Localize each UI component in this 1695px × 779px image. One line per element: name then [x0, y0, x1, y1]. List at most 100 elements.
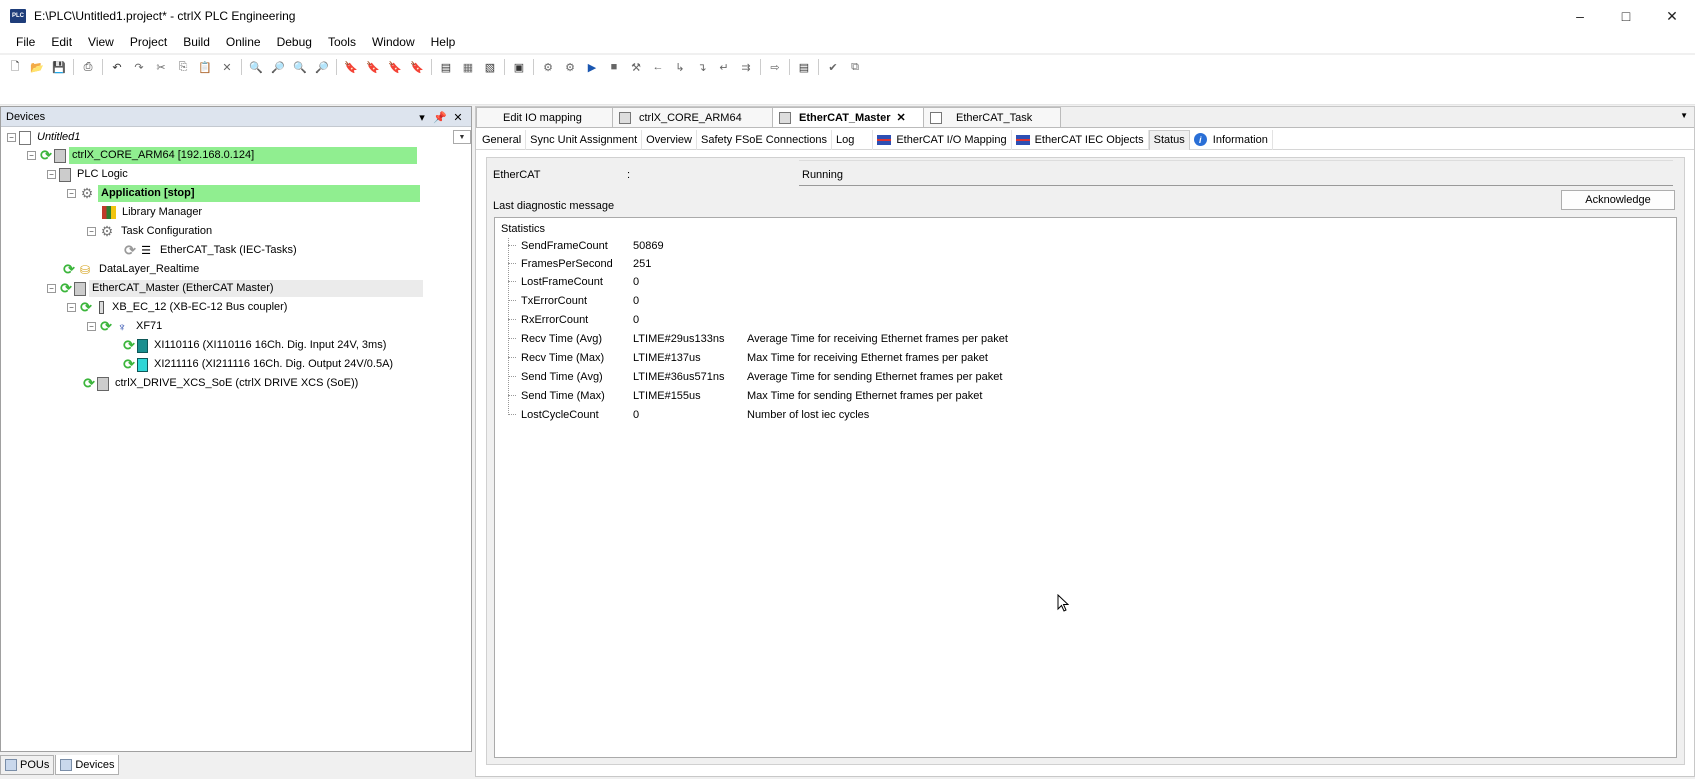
tab-devices[interactable]: Devices: [55, 755, 120, 775]
panel-menu-icon[interactable]: ▾: [413, 111, 431, 124]
subtab-status[interactable]: Status: [1148, 129, 1190, 150]
clean-icon[interactable]: ▧: [480, 57, 500, 77]
next-bookmark-icon[interactable]: 🔖: [363, 57, 383, 77]
tree-item-plc-logic[interactable]: − PLC Logic: [47, 165, 131, 184]
cut-icon[interactable]: ✂: [151, 57, 171, 77]
collapse-icon[interactable]: −: [7, 133, 16, 142]
menu-help[interactable]: Help: [423, 32, 464, 53]
show-next-statement-icon[interactable]: ⇨: [765, 57, 785, 77]
tree-item-library-manager[interactable]: Library Manager: [102, 203, 205, 222]
tabs-dropdown-icon[interactable]: ▼: [1680, 111, 1688, 120]
tree-item-xi110116[interactable]: ⟳ XI110116 (XI110116 16Ch. Dig. Input 24…: [122, 336, 389, 355]
tree-item-ctrlx-core[interactable]: − ⟳ ctrlX_CORE_ARM64 [192.168.0.124]: [27, 146, 417, 165]
tab-pous[interactable]: POUs: [0, 755, 55, 775]
menu-project[interactable]: Project: [122, 32, 175, 53]
menu-view[interactable]: View: [80, 32, 122, 53]
doc-tab-edit-io-mapping[interactable]: Edit IO mapping: [476, 107, 613, 127]
tree-item-xf71[interactable]: − ⟳ ♆ XF71: [87, 317, 165, 336]
logout-icon[interactable]: ⚙: [560, 57, 580, 77]
close-tab-icon[interactable]: ✕: [897, 111, 906, 124]
menu-tools[interactable]: Tools: [320, 32, 364, 53]
subtab-ethercat-iec-objects[interactable]: EtherCAT IEC Objects: [1012, 129, 1149, 150]
menu-debug[interactable]: Debug: [269, 32, 320, 53]
start-icon[interactable]: ▶: [582, 57, 602, 77]
force-values-icon[interactable]: ✔: [823, 57, 843, 77]
tree-dropdown-button[interactable]: ▼: [453, 130, 471, 144]
run-to-cursor-icon[interactable]: ⇉: [736, 57, 756, 77]
collapse-icon[interactable]: −: [67, 189, 76, 198]
tree-item-project[interactable]: − Untitled1: [7, 128, 83, 147]
paste-icon[interactable]: 📋: [195, 57, 215, 77]
subtab-safety-fsoe[interactable]: Safety FSoE Connections: [697, 129, 832, 150]
panel-close-icon[interactable]: ✕: [449, 111, 467, 124]
clear-bookmarks-icon[interactable]: 🔖: [407, 57, 427, 77]
collapse-icon[interactable]: −: [47, 170, 56, 179]
subtab-sync-unit-assignment[interactable]: Sync Unit Assignment: [526, 129, 643, 150]
menu-window[interactable]: Window: [364, 32, 423, 53]
doc-tab-ctrlx-core[interactable]: ctrlX_CORE_ARM64: [612, 107, 773, 127]
unforce-values-icon[interactable]: ⧉: [845, 57, 865, 77]
step-out-icon[interactable]: ↵: [714, 57, 734, 77]
subtab-ethercat-io-mapping[interactable]: EtherCAT I/O Mapping: [873, 129, 1012, 150]
bookmark-icon[interactable]: 🔖: [341, 57, 361, 77]
subtab-overview[interactable]: Overview: [642, 129, 697, 150]
open-folder-icon[interactable]: 📂: [27, 57, 47, 77]
collapse-icon[interactable]: −: [27, 151, 36, 160]
maximize-button[interactable]: □: [1603, 0, 1649, 32]
refresh-icon: ⟳: [80, 299, 92, 315]
tree-item-xi211116[interactable]: ⟳ XI211116 (XI211116 16Ch. Dig. Output 2…: [122, 355, 396, 374]
tree-item-xb-ec-12[interactable]: − ⟳ XB_EC_12 (XB-EC-12 Bus coupler): [67, 298, 290, 317]
doc-tab-ethercat-master[interactable]: EtherCAT_Master ✕: [772, 107, 924, 127]
write-values-icon[interactable]: ▤: [794, 57, 814, 77]
menu-build[interactable]: Build: [175, 32, 218, 53]
build-icon[interactable]: ▤: [436, 57, 456, 77]
stat-row: Recv Time (Max) LTIME#137us Max Time for…: [508, 348, 988, 367]
pin-icon[interactable]: 📌: [431, 111, 449, 124]
find-replace-icon[interactable]: 🔎: [268, 57, 288, 77]
stat-row: Send Time (Max) LTIME#155us Max Time for…: [508, 386, 982, 405]
tree-item-application[interactable]: − ⚙ Application [stop]: [67, 184, 420, 203]
acknowledge-button[interactable]: Acknowledge: [1561, 190, 1675, 210]
step-over-icon[interactable]: ↳: [670, 57, 690, 77]
save-icon[interactable]: 💾: [49, 57, 69, 77]
previous-bookmark-icon[interactable]: 🔖: [385, 57, 405, 77]
pous-icon: [5, 759, 17, 771]
redo-icon[interactable]: ↷: [129, 57, 149, 77]
print-icon[interactable]: ⎙: [78, 57, 98, 77]
collapse-icon[interactable]: −: [67, 303, 76, 312]
breakpoint-icon[interactable]: ←: [648, 57, 668, 77]
tree-item-ctrlx-drive[interactable]: ⟳ ctrlX_DRIVE_XCS_SoE (ctrlX DRIVE XCS (…: [82, 374, 361, 393]
info-icon: i: [1193, 133, 1207, 146]
tree-item-ethercat-task[interactable]: ⟳ ☰ EtherCAT_Task (IEC-Tasks): [123, 241, 300, 260]
find-next-icon[interactable]: 🔍: [290, 57, 310, 77]
device-icon: [619, 111, 631, 124]
subtab-log[interactable]: Log: [832, 129, 874, 150]
rebuild-icon[interactable]: ▦: [458, 57, 478, 77]
minimize-button[interactable]: –: [1557, 0, 1603, 32]
tree-item-datalayer[interactable]: ⟳ ⛁ DataLayer_Realtime: [62, 260, 202, 279]
delete-icon[interactable]: ✕: [217, 57, 237, 77]
stop-icon[interactable]: ■: [604, 57, 624, 77]
reset-icon[interactable]: ⚒: [626, 57, 646, 77]
main-toolbar: 🗋 📂 💾 ⎙ ↶ ↷ ✂ ⎘ 📋 ✕ 🔍 🔎 🔍 🔎 🔖 🔖 🔖 🔖 ▤ ▦ …: [0, 55, 1695, 79]
doc-tab-ethercat-task[interactable]: EtherCAT_Task: [923, 107, 1061, 127]
new-project-icon[interactable]: 🗋: [5, 57, 25, 77]
collapse-icon[interactable]: −: [87, 227, 96, 236]
collapse-icon[interactable]: −: [47, 284, 56, 293]
tree-item-task-configuration[interactable]: − ⚙ Task Configuration: [87, 222, 215, 241]
login-icon[interactable]: ⚙: [538, 57, 558, 77]
menu-edit[interactable]: Edit: [43, 32, 80, 53]
find-previous-icon[interactable]: 🔎: [312, 57, 332, 77]
close-window-button[interactable]: ✕: [1649, 0, 1695, 32]
subtab-general[interactable]: General: [478, 129, 527, 150]
collapse-icon[interactable]: −: [87, 322, 96, 331]
step-into-icon[interactable]: ↴: [692, 57, 712, 77]
device-settings-icon[interactable]: ▣: [509, 57, 529, 77]
tree-item-ethercat-master[interactable]: − ⟳ EtherCAT_Master (EtherCAT Master): [47, 279, 423, 298]
find-icon[interactable]: 🔍: [246, 57, 266, 77]
copy-icon[interactable]: ⎘: [173, 57, 193, 77]
undo-icon[interactable]: ↶: [107, 57, 127, 77]
menu-online[interactable]: Online: [218, 32, 269, 53]
menu-file[interactable]: File: [8, 32, 43, 53]
subtab-information[interactable]: i Information: [1190, 129, 1273, 150]
